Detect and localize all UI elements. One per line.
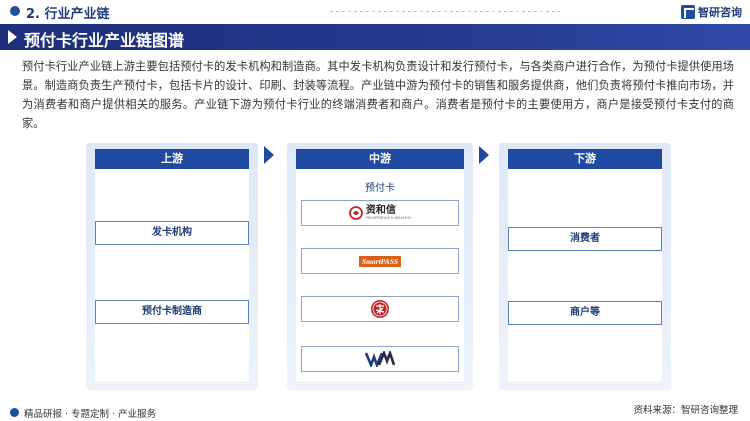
red-seal-icon: [371, 300, 389, 318]
footer-bullet-icon: [10, 408, 19, 417]
intro-paragraph: 预付卡行业产业链上游主要包括预付卡的发卡机构和制造商。其中发卡机构负责设计和发行…: [22, 60, 734, 130]
brand-logo: 智研咨询: [681, 4, 742, 20]
downstream-item-merchants: 商户等: [508, 301, 662, 325]
banner-arrow-icon: [8, 30, 17, 44]
upstream-panel: 上游 发卡机构 预付卡制造商: [86, 143, 258, 390]
upstream-header: 上游: [95, 149, 249, 169]
midstream-subtitle: 预付卡: [365, 183, 395, 194]
arrow-right-icon: [479, 146, 489, 164]
brand-logo-icon: [681, 5, 695, 19]
upstream-item-manufacturer: 预付卡制造商: [95, 300, 249, 324]
footer: 精品研报 · 专题定制 · 产业服务 资料来源：智研咨询整理: [0, 404, 750, 421]
downstream-header: 下游: [508, 149, 662, 169]
footer-source: 资料来源：智研咨询整理: [633, 405, 738, 416]
section-title: 2. 行业产业链: [26, 7, 110, 22]
wm-mark-icon: [365, 351, 395, 367]
upstream-item-issuer: 发卡机构: [95, 221, 249, 245]
zihexin-emblem-icon: [348, 206, 363, 220]
company-logo-wm: [301, 346, 459, 372]
title-banner: 预付卡行业产业链图谱: [0, 24, 750, 50]
page-title: 预付卡行业产业链图谱: [24, 31, 185, 50]
dashed-divider: [330, 11, 560, 12]
downstream-item-consumers: 消费者: [508, 227, 662, 251]
arrow-right-icon: [264, 146, 274, 164]
company-logo-smartpass: SmartPASS: [301, 248, 459, 274]
midstream-panel: 中游 预付卡 资和信 PROSPEROUS & WEALTHY SmartPAS…: [287, 143, 473, 390]
footer-services: 精品研报 · 专题定制 · 产业服务: [24, 409, 157, 420]
zihexin-tagline: PROSPEROUS & WEALTHY: [365, 216, 412, 220]
zihexin-name: 资和信: [365, 205, 396, 216]
downstream-panel-body: [508, 152, 662, 381]
upstream-panel-body: [95, 152, 249, 381]
smartpass-wordmark: SmartPASS: [358, 255, 402, 267]
downstream-panel: 下游 消费者 商户等: [499, 143, 671, 390]
company-logo-red-seal: [301, 296, 459, 322]
company-logo-zihexin: 资和信 PROSPEROUS & WEALTHY: [301, 200, 459, 226]
midstream-header: 中游: [296, 149, 464, 169]
brand-name: 智研咨询: [698, 6, 742, 19]
top-bar: 2. 行业产业链 智研咨询: [0, 0, 750, 24]
section-bullet-icon: [10, 6, 20, 16]
